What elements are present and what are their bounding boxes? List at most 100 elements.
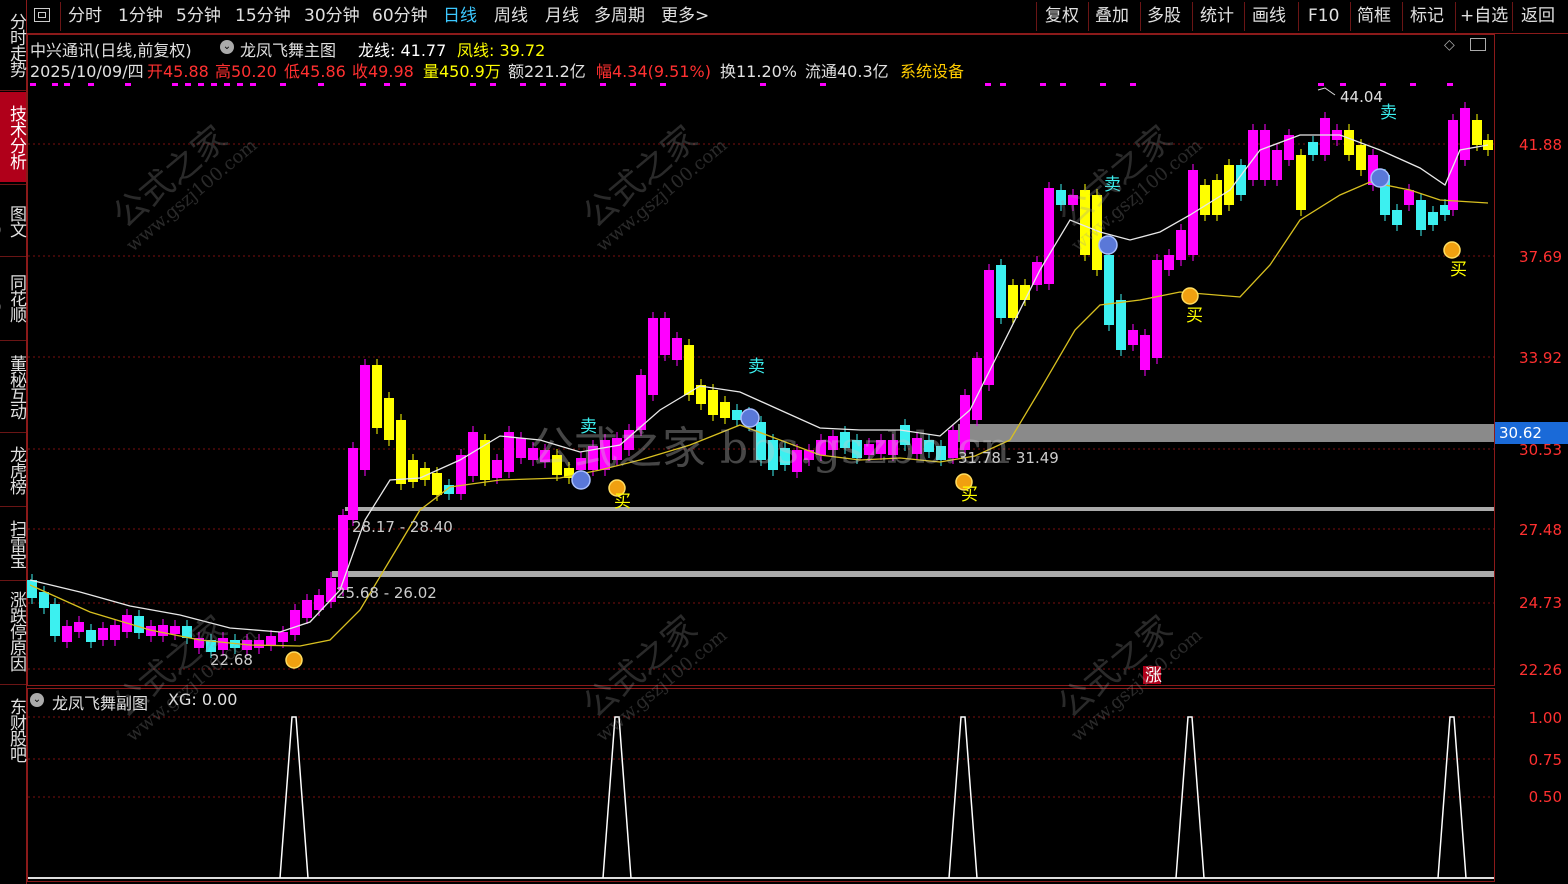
dot bbox=[820, 83, 826, 86]
dot bbox=[400, 83, 406, 86]
low-price-mark: 22.68 bbox=[210, 651, 253, 669]
dot bbox=[1447, 83, 1453, 86]
dot bbox=[540, 83, 546, 86]
candle-body bbox=[1224, 165, 1234, 205]
price-gridlines bbox=[28, 143, 1494, 670]
candle-body bbox=[1116, 300, 1126, 350]
candle-body bbox=[134, 616, 144, 633]
candle-body bbox=[1068, 195, 1078, 205]
candle-body bbox=[1200, 185, 1210, 215]
candle-body bbox=[684, 345, 694, 395]
dragon-line bbox=[29, 134, 1489, 633]
candle-body bbox=[1416, 200, 1426, 230]
candle-body bbox=[1260, 130, 1270, 180]
candle-body bbox=[384, 398, 394, 440]
candle-body bbox=[302, 600, 312, 618]
candle-body bbox=[50, 604, 60, 636]
signal-markers: 买买买买卖卖卖卖涨 bbox=[285, 103, 1467, 686]
dot bbox=[185, 83, 191, 86]
sell-face-icon bbox=[1370, 168, 1390, 188]
candle-body bbox=[1080, 190, 1090, 255]
buy-coin-icon bbox=[1443, 241, 1461, 259]
candle-body bbox=[984, 270, 994, 385]
dot bbox=[237, 83, 243, 86]
dot bbox=[490, 83, 496, 86]
signal-label: 买 bbox=[1186, 306, 1203, 326]
candle-body bbox=[996, 265, 1006, 318]
candle-body bbox=[1044, 188, 1054, 284]
candle-body bbox=[504, 432, 514, 472]
dot bbox=[360, 83, 366, 86]
dot bbox=[88, 83, 94, 86]
candle-body bbox=[266, 636, 276, 645]
dot bbox=[318, 83, 324, 86]
signal-label: 买 bbox=[1450, 260, 1467, 280]
dot bbox=[125, 83, 131, 86]
sub-axis-label: 0.75 bbox=[1528, 751, 1562, 769]
candle-body bbox=[1460, 108, 1470, 160]
dot bbox=[1100, 83, 1106, 86]
dot bbox=[52, 83, 58, 86]
candle-body bbox=[348, 448, 358, 520]
candle-body bbox=[1008, 285, 1018, 318]
candle-body bbox=[27, 580, 37, 598]
candle-body bbox=[254, 640, 264, 648]
candle-body bbox=[1320, 118, 1330, 155]
candle-body bbox=[516, 438, 526, 458]
dot bbox=[211, 83, 217, 86]
support-range-label: 28.17 - 28.40 bbox=[352, 518, 453, 536]
dot bbox=[560, 83, 566, 86]
support-range-label: 25.68 - 26.02 bbox=[336, 584, 437, 602]
candle-body bbox=[110, 625, 120, 640]
dot bbox=[172, 83, 178, 86]
candle-body bbox=[326, 578, 336, 602]
sub-indicator-name[interactable]: 龙凤飞舞副图 bbox=[52, 690, 148, 714]
candle-body bbox=[648, 318, 658, 395]
candle-body bbox=[672, 338, 682, 360]
chevron-down-icon[interactable]: ⌄ bbox=[30, 693, 44, 707]
dot bbox=[985, 83, 991, 86]
dot bbox=[1380, 83, 1386, 86]
dot bbox=[1340, 83, 1346, 86]
dot bbox=[250, 83, 256, 86]
support-band bbox=[332, 571, 1494, 577]
dot bbox=[280, 83, 286, 86]
dot bbox=[30, 83, 36, 86]
candle-body bbox=[98, 628, 108, 640]
dot bbox=[198, 83, 204, 86]
high-pointer bbox=[1317, 87, 1336, 96]
candle-body bbox=[1272, 150, 1282, 180]
signal-label: 买 bbox=[961, 485, 978, 505]
candle-body bbox=[278, 632, 288, 642]
candle-body bbox=[158, 625, 168, 636]
buy-coin-icon bbox=[1181, 287, 1199, 305]
candle-body bbox=[218, 638, 228, 650]
high-price-mark: 44.04 bbox=[1340, 88, 1383, 106]
candle-body bbox=[1128, 330, 1138, 345]
candle-body bbox=[480, 440, 490, 480]
dot bbox=[600, 83, 606, 86]
dot bbox=[384, 83, 390, 86]
candle-body bbox=[74, 622, 84, 632]
sub-chart-panel[interactable] bbox=[27, 688, 1495, 882]
signal-label: 卖 bbox=[1380, 103, 1397, 123]
candle-body bbox=[290, 610, 300, 635]
candle-body bbox=[1176, 230, 1186, 260]
candle-body bbox=[1472, 120, 1482, 145]
sub-axis-label: 0.50 bbox=[1528, 788, 1562, 806]
dot bbox=[224, 83, 230, 86]
candle-body bbox=[62, 626, 72, 642]
support-band bbox=[345, 507, 1494, 511]
dot bbox=[1040, 83, 1046, 86]
dot bbox=[520, 83, 526, 86]
dot bbox=[630, 83, 636, 86]
candle-body bbox=[432, 473, 442, 495]
watermark-center: 公式之家 bbs.gszbb.cn bbox=[530, 423, 1011, 474]
candle-body bbox=[1164, 255, 1174, 270]
dot bbox=[1130, 83, 1136, 86]
candle-body bbox=[1356, 145, 1366, 170]
candle-body bbox=[360, 365, 370, 470]
dot bbox=[470, 83, 476, 86]
dot bbox=[660, 83, 666, 86]
xg-value: XG: 0.00 bbox=[168, 690, 238, 709]
